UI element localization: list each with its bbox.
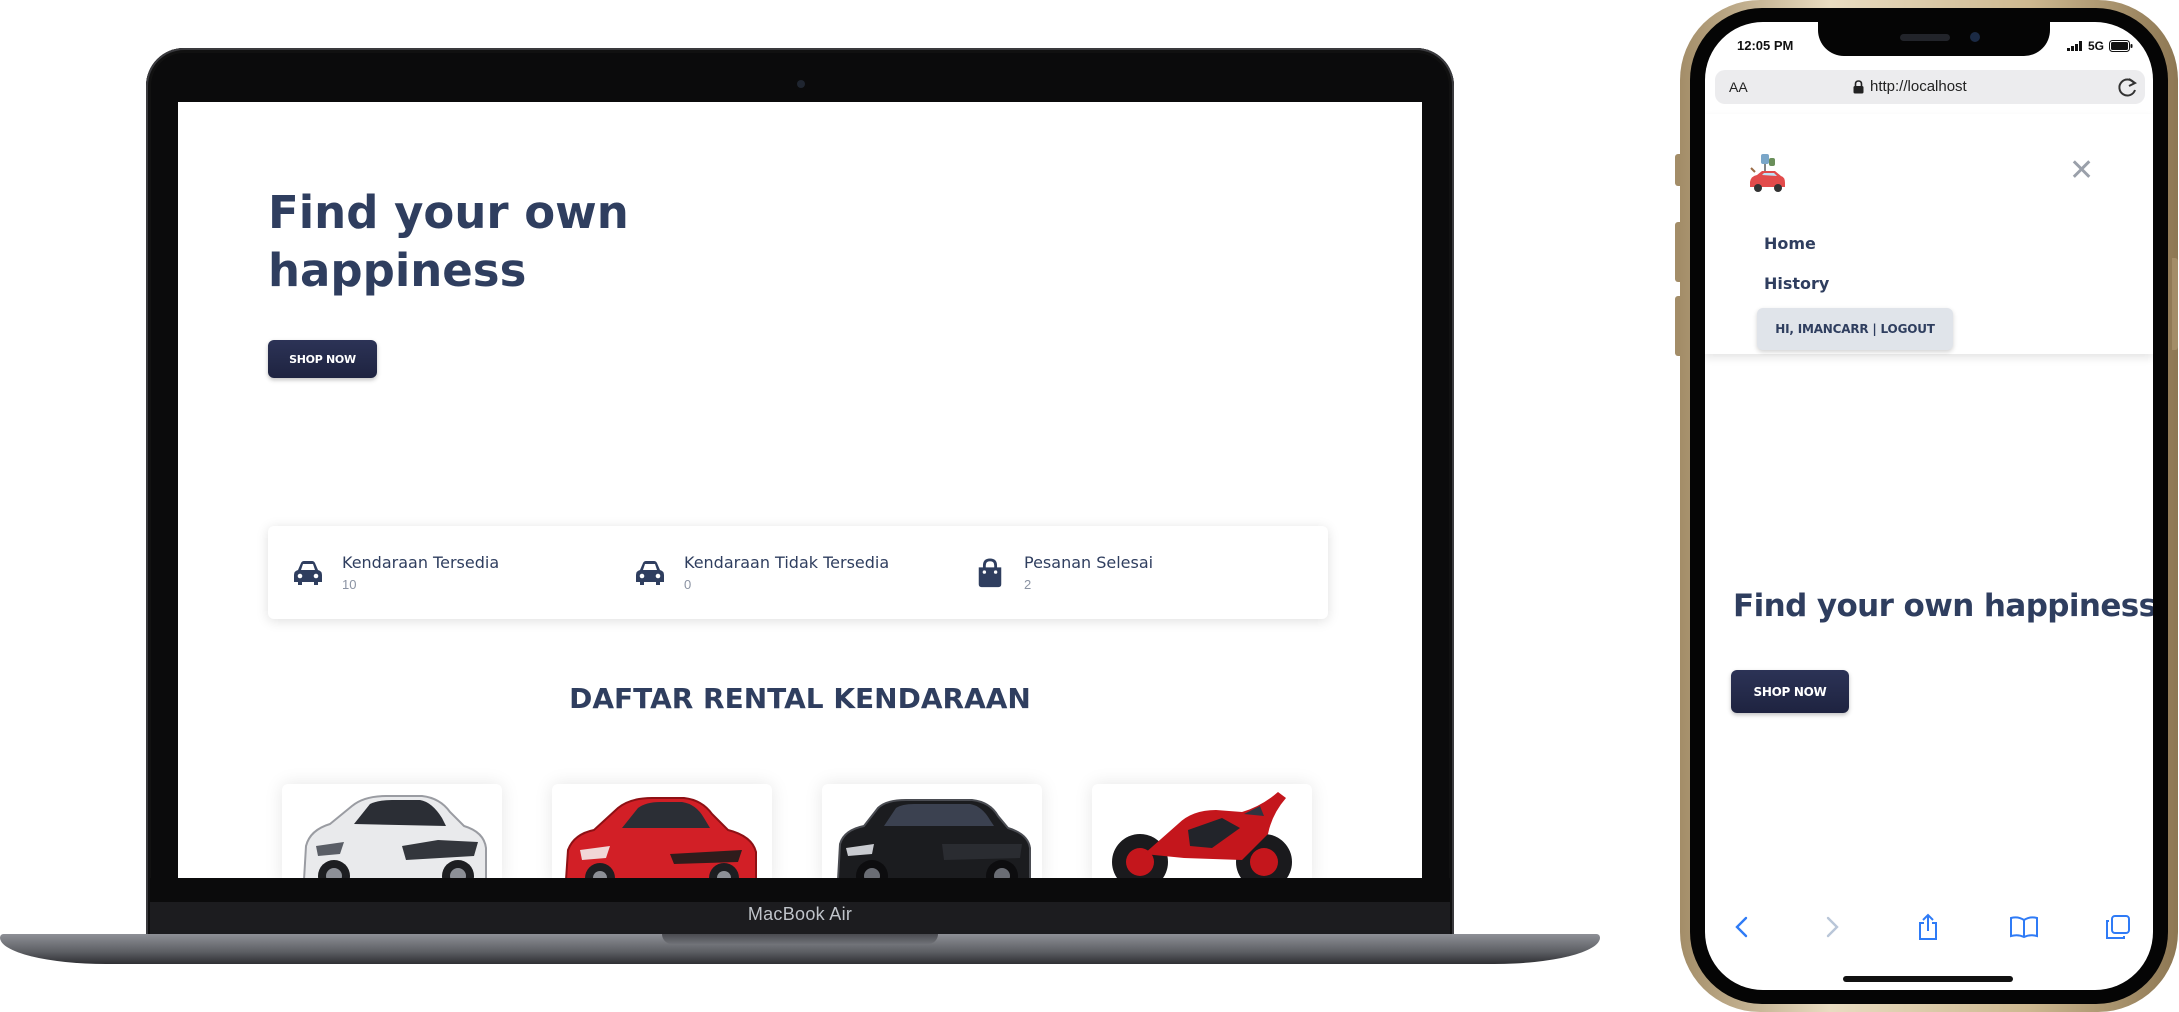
signal-icon	[2067, 41, 2082, 51]
vehicle-card-motorcycle[interactable]	[1092, 784, 1312, 878]
home-indicator	[1843, 976, 2013, 982]
shopping-bag-icon	[978, 558, 1002, 588]
section-title: DAFTAR RENTAL KENDARAAN	[569, 682, 1031, 715]
iphone-speaker	[1900, 34, 1950, 41]
back-icon[interactable]	[1717, 902, 1767, 952]
status-time: 12:05 PM	[1737, 38, 1794, 53]
address-bar[interactable]: AA http://localhost	[1715, 70, 2145, 104]
browser-toolbar	[1705, 902, 2153, 962]
shop-now-button[interactable]: SHOP NOW	[1731, 670, 1849, 713]
shop-now-button[interactable]: SHOP NOW	[268, 340, 377, 378]
hero-heading: Find your own happiness	[268, 184, 788, 300]
lock-icon	[1853, 79, 1864, 93]
desktop-viewport: Find your own happiness SHOP NOW Kendara…	[178, 102, 1422, 878]
stat-completed-orders: Pesanan Selesai 2	[952, 526, 1292, 619]
device-label: MacBook Air	[747, 904, 853, 924]
text-size-button[interactable]: AA	[1729, 79, 1748, 95]
stat-label: Kendaraan Tidak Tersedia	[684, 553, 890, 572]
share-icon[interactable]	[1903, 902, 1953, 952]
bookmarks-icon[interactable]	[1999, 902, 2049, 952]
nav-link-home[interactable]: Home	[1764, 234, 1816, 253]
vehicle-card-red-car[interactable]	[552, 784, 772, 878]
vehicle-image	[565, 797, 757, 878]
macbook-trackpad-notch	[662, 934, 938, 944]
stat-available-vehicles: Kendaraan Tersedia 10	[268, 526, 608, 619]
mobile-nav-menu: ✕ Home History HI, IMANCARR | LOGOUT	[1705, 114, 2153, 354]
nav-link-history[interactable]: History	[1764, 274, 1829, 293]
mobile-viewport: 12:05 PM 5G AA http://localhost ✕ Home H…	[1705, 22, 2153, 990]
vehicle-card-black-suv[interactable]	[822, 784, 1042, 878]
account-logout-button[interactable]: HI, IMANCARR | LOGOUT	[1757, 308, 1953, 350]
car-icon	[636, 561, 664, 585]
url-display[interactable]: http://localhost	[1853, 78, 1967, 95]
tabs-icon[interactable]	[2093, 902, 2143, 952]
hero-line-2: happiness	[268, 244, 527, 297]
network-type: 5G	[2088, 39, 2105, 53]
hero-heading: Find your own happiness	[1733, 588, 2153, 624]
stat-unavailable-vehicles: Kendaraan Tidak Tersedia 0	[610, 526, 950, 619]
iphone-volume-up	[1675, 222, 1681, 282]
stat-label: Pesanan Selesai	[1024, 553, 1154, 572]
reload-icon[interactable]	[2117, 75, 2139, 99]
url-text: http://localhost	[1870, 78, 1967, 95]
close-icon[interactable]: ✕	[2069, 156, 2094, 186]
stats-card: Kendaraan Tersedia 10 Kendaraan Tidak Te…	[268, 526, 1328, 619]
stat-label: Kendaraan Tersedia	[342, 553, 500, 572]
vehicle-list	[268, 784, 1328, 878]
vehicle-card-white-car[interactable]	[282, 784, 502, 878]
iphone-volume-down	[1675, 296, 1681, 356]
iphone-front-camera	[1970, 32, 1980, 42]
vehicle-image	[1112, 792, 1292, 878]
brand-logo[interactable]	[1747, 152, 1787, 196]
stat-value: 10	[342, 577, 357, 592]
car-icon	[294, 561, 322, 585]
iphone-side-button	[2172, 258, 2178, 350]
hero-line-1: Find your own	[268, 186, 629, 239]
forward-icon[interactable]	[1807, 902, 1857, 952]
stat-value: 2	[1024, 577, 1032, 592]
macbook-camera	[797, 80, 805, 88]
iphone-mute-switch	[1675, 154, 1681, 186]
status-indicators: 5G	[2067, 39, 2133, 53]
vehicle-image	[303, 795, 487, 878]
battery-icon	[2109, 40, 2133, 52]
vehicle-image	[837, 799, 1031, 878]
stat-value: 0	[684, 577, 692, 592]
